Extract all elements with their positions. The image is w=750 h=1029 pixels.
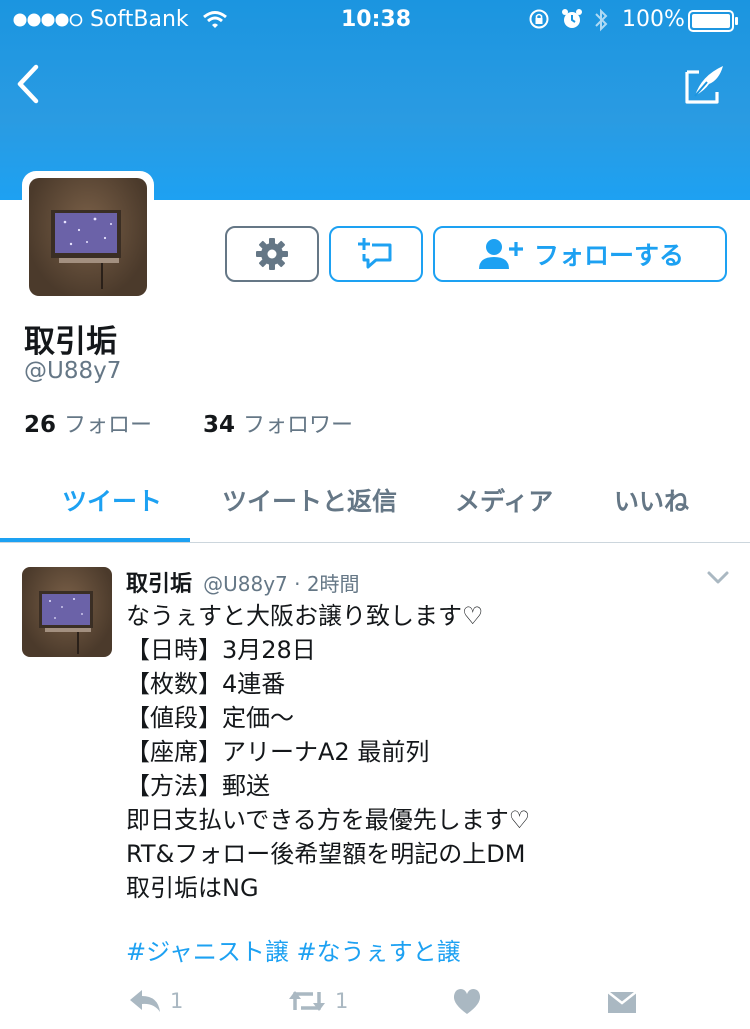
following-count: 26 — [24, 412, 57, 438]
rotation-lock-icon — [529, 9, 549, 29]
battery-percentage: 100% — [622, 7, 685, 32]
battery-icon — [688, 10, 738, 32]
chevron-down-icon[interactable] — [706, 570, 730, 586]
tab-media[interactable]: メディア — [455, 482, 553, 518]
tab-tweets-and-replies[interactable]: ツイートと返信 — [222, 482, 397, 518]
compose-tweet-icon[interactable] — [683, 62, 727, 106]
bluetooth-icon — [595, 8, 608, 32]
add-to-list-button[interactable] — [329, 226, 423, 282]
tweet-text-line: 取引垢はNG — [126, 874, 259, 902]
tab-likes[interactable]: いいね — [614, 482, 689, 518]
following-stat[interactable]: 26 フォロー — [24, 407, 152, 439]
profile-avatar[interactable] — [22, 171, 154, 303]
tweet-text-line: 【日時】3月28日 — [126, 636, 316, 664]
followers-count: 34 — [203, 412, 236, 438]
tweet-text-line: なうぇすと大阪お譲り致します♡ — [126, 602, 484, 630]
direct-message-icon[interactable] — [606, 989, 638, 1015]
signal-strength-icon — [13, 13, 83, 27]
settings-button[interactable] — [225, 226, 319, 282]
tweet-text-line: 【枚数】4連番 — [126, 670, 286, 698]
tweet-text-line: RT&フォロー後希望額を明記の上DM — [126, 840, 526, 868]
framed-picture-image — [39, 591, 93, 654]
tweet-text-line: 即日支払いできる方を最優先します♡ — [126, 806, 531, 834]
carrier-name: SoftBank — [90, 7, 189, 32]
tabs-divider — [0, 542, 750, 543]
retweet-count: 1 — [335, 989, 349, 1013]
avatar-photo — [29, 178, 147, 296]
reply-count: 1 — [170, 989, 184, 1013]
reply-action[interactable]: 1 — [128, 988, 183, 1014]
tweet-author-name[interactable]: 取引垢 — [126, 572, 192, 597]
follow-button[interactable]: フォローする — [433, 226, 727, 282]
tab-tweets[interactable]: ツイート — [62, 482, 162, 518]
add-user-icon — [478, 239, 523, 269]
tweet-header: 取引垢 @U88y7 · 2時間 — [126, 566, 360, 598]
profile-handle: @U88y7 — [24, 358, 122, 384]
alarm-icon — [562, 9, 582, 28]
clock-time: 10:38 — [341, 7, 412, 32]
follow-button-label: フォローする — [533, 241, 684, 270]
followers-label: フォロワー — [243, 413, 354, 438]
wifi-icon — [203, 11, 227, 28]
tweet-author-avatar[interactable] — [22, 567, 112, 657]
followers-stat[interactable]: 34 フォロワー — [203, 407, 353, 439]
status-bar: SoftBank 10:38 100% — [0, 0, 750, 40]
tweet-text-line: 【値段】定価〜 — [126, 704, 294, 732]
list-add-icon — [358, 238, 392, 269]
tweet-text-line: 【方法】郵送 — [126, 772, 270, 800]
tweet-hashtags[interactable]: #ジャニスト譲 #なうぇすと譲 — [126, 932, 461, 967]
gear-icon — [256, 238, 288, 270]
heart-icon[interactable] — [452, 988, 482, 1016]
retweet-action[interactable]: 1 — [287, 988, 348, 1014]
following-label: フォロー — [64, 413, 153, 438]
tweet-meta: @U88y7 · 2時間 — [203, 572, 360, 596]
reply-icon — [130, 990, 160, 1012]
tweet-text-line: 【座席】アリーナA2 最前列 — [126, 738, 430, 766]
framed-picture-image — [51, 210, 121, 289]
retweet-icon — [289, 991, 325, 1011]
profile-name: 取引垢 — [24, 324, 117, 360]
back-chevron-icon[interactable] — [14, 64, 42, 104]
